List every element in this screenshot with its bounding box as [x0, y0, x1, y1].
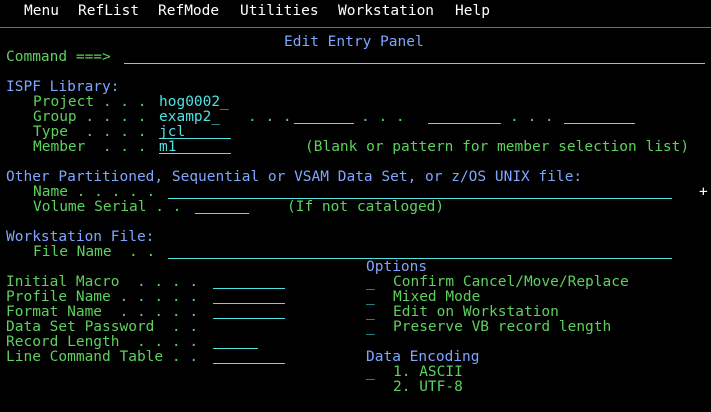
project-label: Project . . .: [33, 94, 147, 110]
group-separator-1: . . .: [248, 109, 292, 125]
profile-name-field[interactable]: [213, 289, 285, 304]
option-edit-on-workstation-label: Edit on Workstation: [393, 304, 559, 320]
more-indicator: +: [699, 184, 708, 200]
group-field-1[interactable]: examp2_: [159, 110, 220, 125]
menu-item-reflist[interactable]: RefList: [78, 4, 139, 19]
project-field[interactable]: hog0002_: [159, 95, 229, 110]
menu-item-menu[interactable]: Menu: [24, 4, 59, 19]
option-mixed-mode-label: Mixed Mode: [393, 289, 481, 305]
volume-serial-label: Volume Serial . .: [33, 199, 182, 215]
option-preserve-vb-checkbox[interactable]: _: [366, 320, 375, 335]
panel-title: Edit Entry Panel: [284, 34, 424, 50]
menu-item-refmode[interactable]: RefMode: [158, 4, 219, 19]
option-edit-on-workstation-checkbox[interactable]: _: [366, 305, 375, 320]
menu-bar: Menu RefList RefMode Utilities Workstati…: [0, 0, 711, 28]
dataset-password-label: Data Set Password . .: [6, 319, 199, 335]
option-confirm-cancel-label: Confirm Cancel/Move/Replace: [393, 274, 629, 290]
command-input[interactable]: [124, 49, 705, 64]
volume-serial-field[interactable]: [195, 199, 249, 214]
initial-macro-label: Initial Macro . . . .: [6, 274, 199, 290]
format-name-label: Format Name . . . . .: [6, 304, 199, 320]
group-field-4[interactable]: [564, 109, 635, 124]
dataset-name-field[interactable]: [168, 184, 672, 199]
workstation-file-heading: Workstation File:: [6, 229, 155, 245]
option-mixed-mode-checkbox[interactable]: _: [366, 290, 375, 305]
menu-item-help[interactable]: Help: [455, 4, 490, 19]
group-field-2[interactable]: [294, 109, 354, 124]
member-hint: (Blank or pattern for member selection l…: [305, 139, 690, 155]
encoding-option-utf8: 2. UTF-8: [393, 379, 463, 395]
group-separator-2: . . .: [361, 109, 405, 125]
menu-item-workstation[interactable]: Workstation: [338, 4, 434, 19]
volume-hint: (If not cataloged): [287, 199, 445, 215]
data-encoding-heading: Data Encoding: [366, 349, 480, 365]
group-separator-3: . . .: [510, 109, 554, 125]
dataset-name-label: Name . . . . .: [33, 184, 156, 200]
format-name-field[interactable]: [213, 304, 285, 319]
option-preserve-vb-label: Preserve VB record length: [393, 319, 612, 335]
group-label: Group . . . .: [33, 109, 147, 125]
member-label: Member . . .: [33, 139, 147, 155]
record-length-field[interactable]: [213, 334, 258, 349]
member-field[interactable]: m1: [159, 139, 231, 155]
data-encoding-selection-field[interactable]: _: [366, 365, 375, 380]
other-dataset-heading: Other Partitioned, Sequential or VSAM Da…: [6, 169, 583, 185]
type-field[interactable]: jcl: [159, 124, 231, 140]
file-name-field[interactable]: [168, 244, 672, 259]
ispf-library-heading: ISPF Library:: [6, 79, 120, 95]
line-command-table-label: Line Command Table . .: [6, 349, 199, 365]
command-label: Command ===>: [6, 49, 111, 65]
encoding-option-ascii: 1. ASCII: [393, 364, 463, 380]
record-length-label: Record Length . . . .: [6, 334, 199, 350]
type-label: Type . . . .: [33, 124, 147, 140]
file-name-label: File Name . .: [33, 244, 156, 260]
options-heading: Options: [366, 259, 428, 275]
line-command-table-field[interactable]: [213, 349, 285, 364]
option-confirm-cancel-checkbox[interactable]: _: [366, 275, 375, 290]
group-field-3[interactable]: [428, 109, 501, 124]
menu-item-utilities[interactable]: Utilities: [240, 4, 319, 19]
profile-name-label: Profile Name . . . . .: [6, 289, 199, 305]
initial-macro-field[interactable]: [213, 274, 285, 289]
